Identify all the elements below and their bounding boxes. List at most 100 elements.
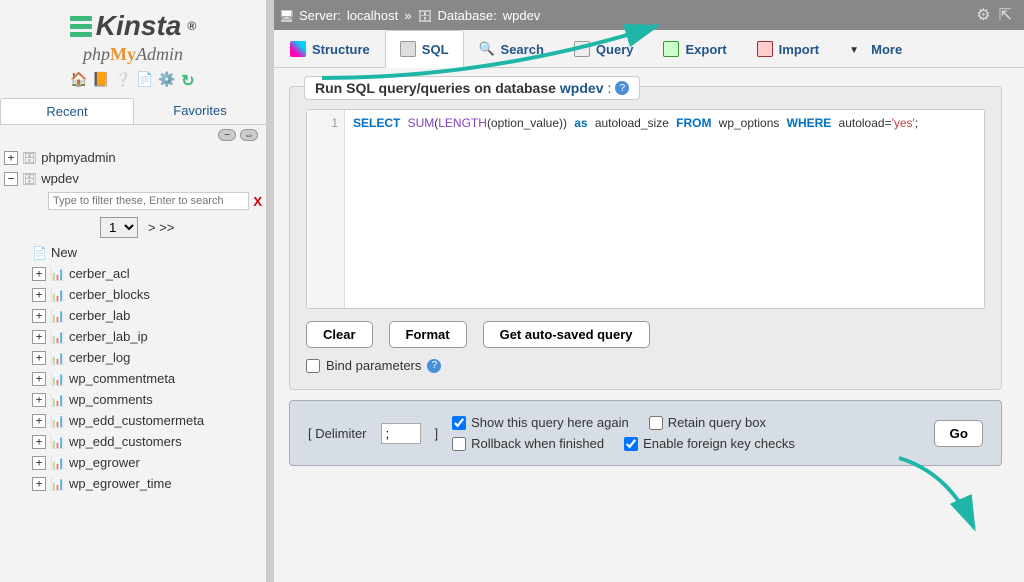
tree-table[interactable]: +cerber_log: [0, 347, 266, 368]
tab-import[interactable]: Import: [742, 30, 834, 67]
opt-retain[interactable]: Retain query box: [649, 415, 766, 430]
bind-parameters-row: Bind parameters ?: [306, 358, 985, 373]
tab-label: More: [871, 42, 902, 57]
tree-label: cerber_blocks: [69, 287, 150, 302]
tab-recent[interactable]: Recent: [0, 98, 134, 124]
expand-icon[interactable]: +: [32, 477, 46, 491]
tree-label: cerber_lab: [69, 308, 130, 323]
page-select[interactable]: 1: [100, 217, 138, 238]
bc-sep: »: [404, 8, 411, 23]
sidebar-collapse-handle[interactable]: [266, 0, 274, 582]
collapse-icon[interactable]: −: [4, 172, 18, 186]
expand-icon[interactable]: +: [32, 309, 46, 323]
tree-filter-input[interactable]: [48, 192, 249, 210]
expand-icon[interactable]: +: [32, 393, 46, 407]
logout-icon[interactable]: [92, 71, 108, 87]
bc-server-link[interactable]: localhost: [347, 8, 398, 23]
tree-table[interactable]: + cerber_lab: [0, 305, 266, 326]
tab-search[interactable]: Search: [464, 30, 559, 67]
tab-structure[interactable]: Structure: [275, 30, 385, 67]
tree-table[interactable]: +wp_comments: [0, 389, 266, 410]
query-icon: [574, 41, 590, 57]
database-icon: [22, 150, 37, 165]
expand-icon[interactable]: +: [32, 435, 46, 449]
help-icon[interactable]: ?: [427, 359, 441, 373]
tab-sql[interactable]: SQL: [385, 30, 464, 68]
expand-icon[interactable]: +: [32, 414, 46, 428]
table-icon: [50, 350, 65, 365]
tree-table[interactable]: + cerber_lab_ip: [0, 326, 266, 347]
go-button[interactable]: Go: [934, 420, 983, 447]
docs-icon[interactable]: [114, 71, 130, 87]
clear-button[interactable]: Clear: [306, 321, 373, 348]
bc-db-link[interactable]: wpdev: [503, 8, 541, 23]
sql-icon: [400, 41, 416, 57]
sql-editor[interactable]: 1 SELECT SUM(LENGTH(option_value)) as au…: [306, 109, 985, 309]
top-icons: [976, 5, 1012, 25]
show-again-checkbox[interactable]: [452, 416, 466, 430]
tree-db-wpdev[interactable]: − wpdev: [0, 168, 266, 189]
tab-more[interactable]: More: [834, 30, 917, 67]
tab-label: Search: [501, 42, 544, 57]
expand-icon[interactable]: +: [32, 372, 46, 386]
retain-checkbox[interactable]: [649, 416, 663, 430]
collapse-all-icon[interactable]: −: [218, 129, 236, 141]
tree-pagination: 1 > >>: [0, 213, 266, 242]
bc-server-label: Server:: [299, 8, 341, 23]
expand-icon[interactable]: +: [32, 330, 46, 344]
link-icon[interactable]: ⇔: [240, 129, 258, 141]
clear-filter-icon[interactable]: X: [253, 194, 262, 209]
legend-db-link[interactable]: wpdev: [560, 80, 604, 96]
expand-icon[interactable]: +: [32, 351, 46, 365]
autosaved-button[interactable]: Get auto-saved query: [483, 321, 650, 348]
expand-icon[interactable]: +: [32, 456, 46, 470]
tree-table[interactable]: + cerber_acl: [0, 263, 266, 284]
page-top-icon[interactable]: [999, 5, 1012, 25]
chevron-down-icon: [849, 41, 865, 57]
tree-table[interactable]: +wp_commentmeta: [0, 368, 266, 389]
tab-favorites[interactable]: Favorites: [134, 98, 266, 124]
breadcrumb: Server: localhost » Database: wpdev: [267, 0, 1024, 30]
legend-colon: :: [608, 80, 612, 96]
tab-export[interactable]: Export: [648, 30, 741, 67]
structure-icon: [290, 41, 306, 57]
sql-legend: Run SQL query/queries on database wpdev:…: [304, 76, 640, 100]
tree-table[interactable]: +wp_egrower_time: [0, 473, 266, 494]
legend-prefix: Run SQL query/queries on database: [315, 80, 556, 96]
tree-label: cerber_acl: [69, 266, 130, 281]
nav-settings-icon[interactable]: [158, 71, 174, 87]
sql-code[interactable]: SELECT SUM(LENGTH(option_value)) as auto…: [345, 110, 984, 308]
tree-table[interactable]: +wp_egrower: [0, 452, 266, 473]
expand-icon[interactable]: +: [4, 151, 18, 165]
tree-table[interactable]: +wp_edd_customermeta: [0, 410, 266, 431]
db-tree: + phpmyadmin − wpdev X 1 > >> New +cerbe…: [0, 145, 266, 582]
query-window-icon[interactable]: [136, 71, 152, 87]
delimiter-input[interactable]: [381, 423, 421, 444]
sql-button-row: Clear Format Get auto-saved query: [306, 321, 985, 348]
top-tabs: Structure SQL Search Query Export Import…: [267, 30, 1024, 68]
sidebar: Kinsta® phpMyAdmin Recent Favorites − ⇔ …: [0, 0, 267, 582]
reload-icon[interactable]: [180, 71, 196, 87]
tree-table[interactable]: +wp_edd_customers: [0, 431, 266, 452]
fk-checkbox[interactable]: [624, 437, 638, 451]
tree-db-phpmyadmin[interactable]: + phpmyadmin: [0, 147, 266, 168]
tree-table[interactable]: + cerber_blocks: [0, 284, 266, 305]
page-next[interactable]: > >>: [148, 220, 174, 235]
format-button[interactable]: Format: [389, 321, 467, 348]
tab-label: Import: [779, 42, 819, 57]
bind-parameters-checkbox[interactable]: [306, 359, 320, 373]
expand-icon[interactable]: +: [32, 288, 46, 302]
new-icon: [32, 245, 47, 260]
opt-show-again[interactable]: Show this query here again: [452, 415, 629, 430]
opt-fk[interactable]: Enable foreign key checks: [624, 436, 795, 451]
tab-query[interactable]: Query: [559, 30, 649, 67]
tree-label: cerber_lab_ip: [69, 329, 148, 344]
help-icon[interactable]: ?: [615, 81, 629, 95]
table-icon: [50, 266, 65, 281]
rollback-checkbox[interactable]: [452, 437, 466, 451]
opt-rollback[interactable]: Rollback when finished: [452, 436, 604, 451]
tree-new[interactable]: New: [0, 242, 266, 263]
home-icon[interactable]: [70, 71, 86, 87]
page-settings-icon[interactable]: [976, 5, 990, 25]
expand-icon[interactable]: +: [32, 267, 46, 281]
